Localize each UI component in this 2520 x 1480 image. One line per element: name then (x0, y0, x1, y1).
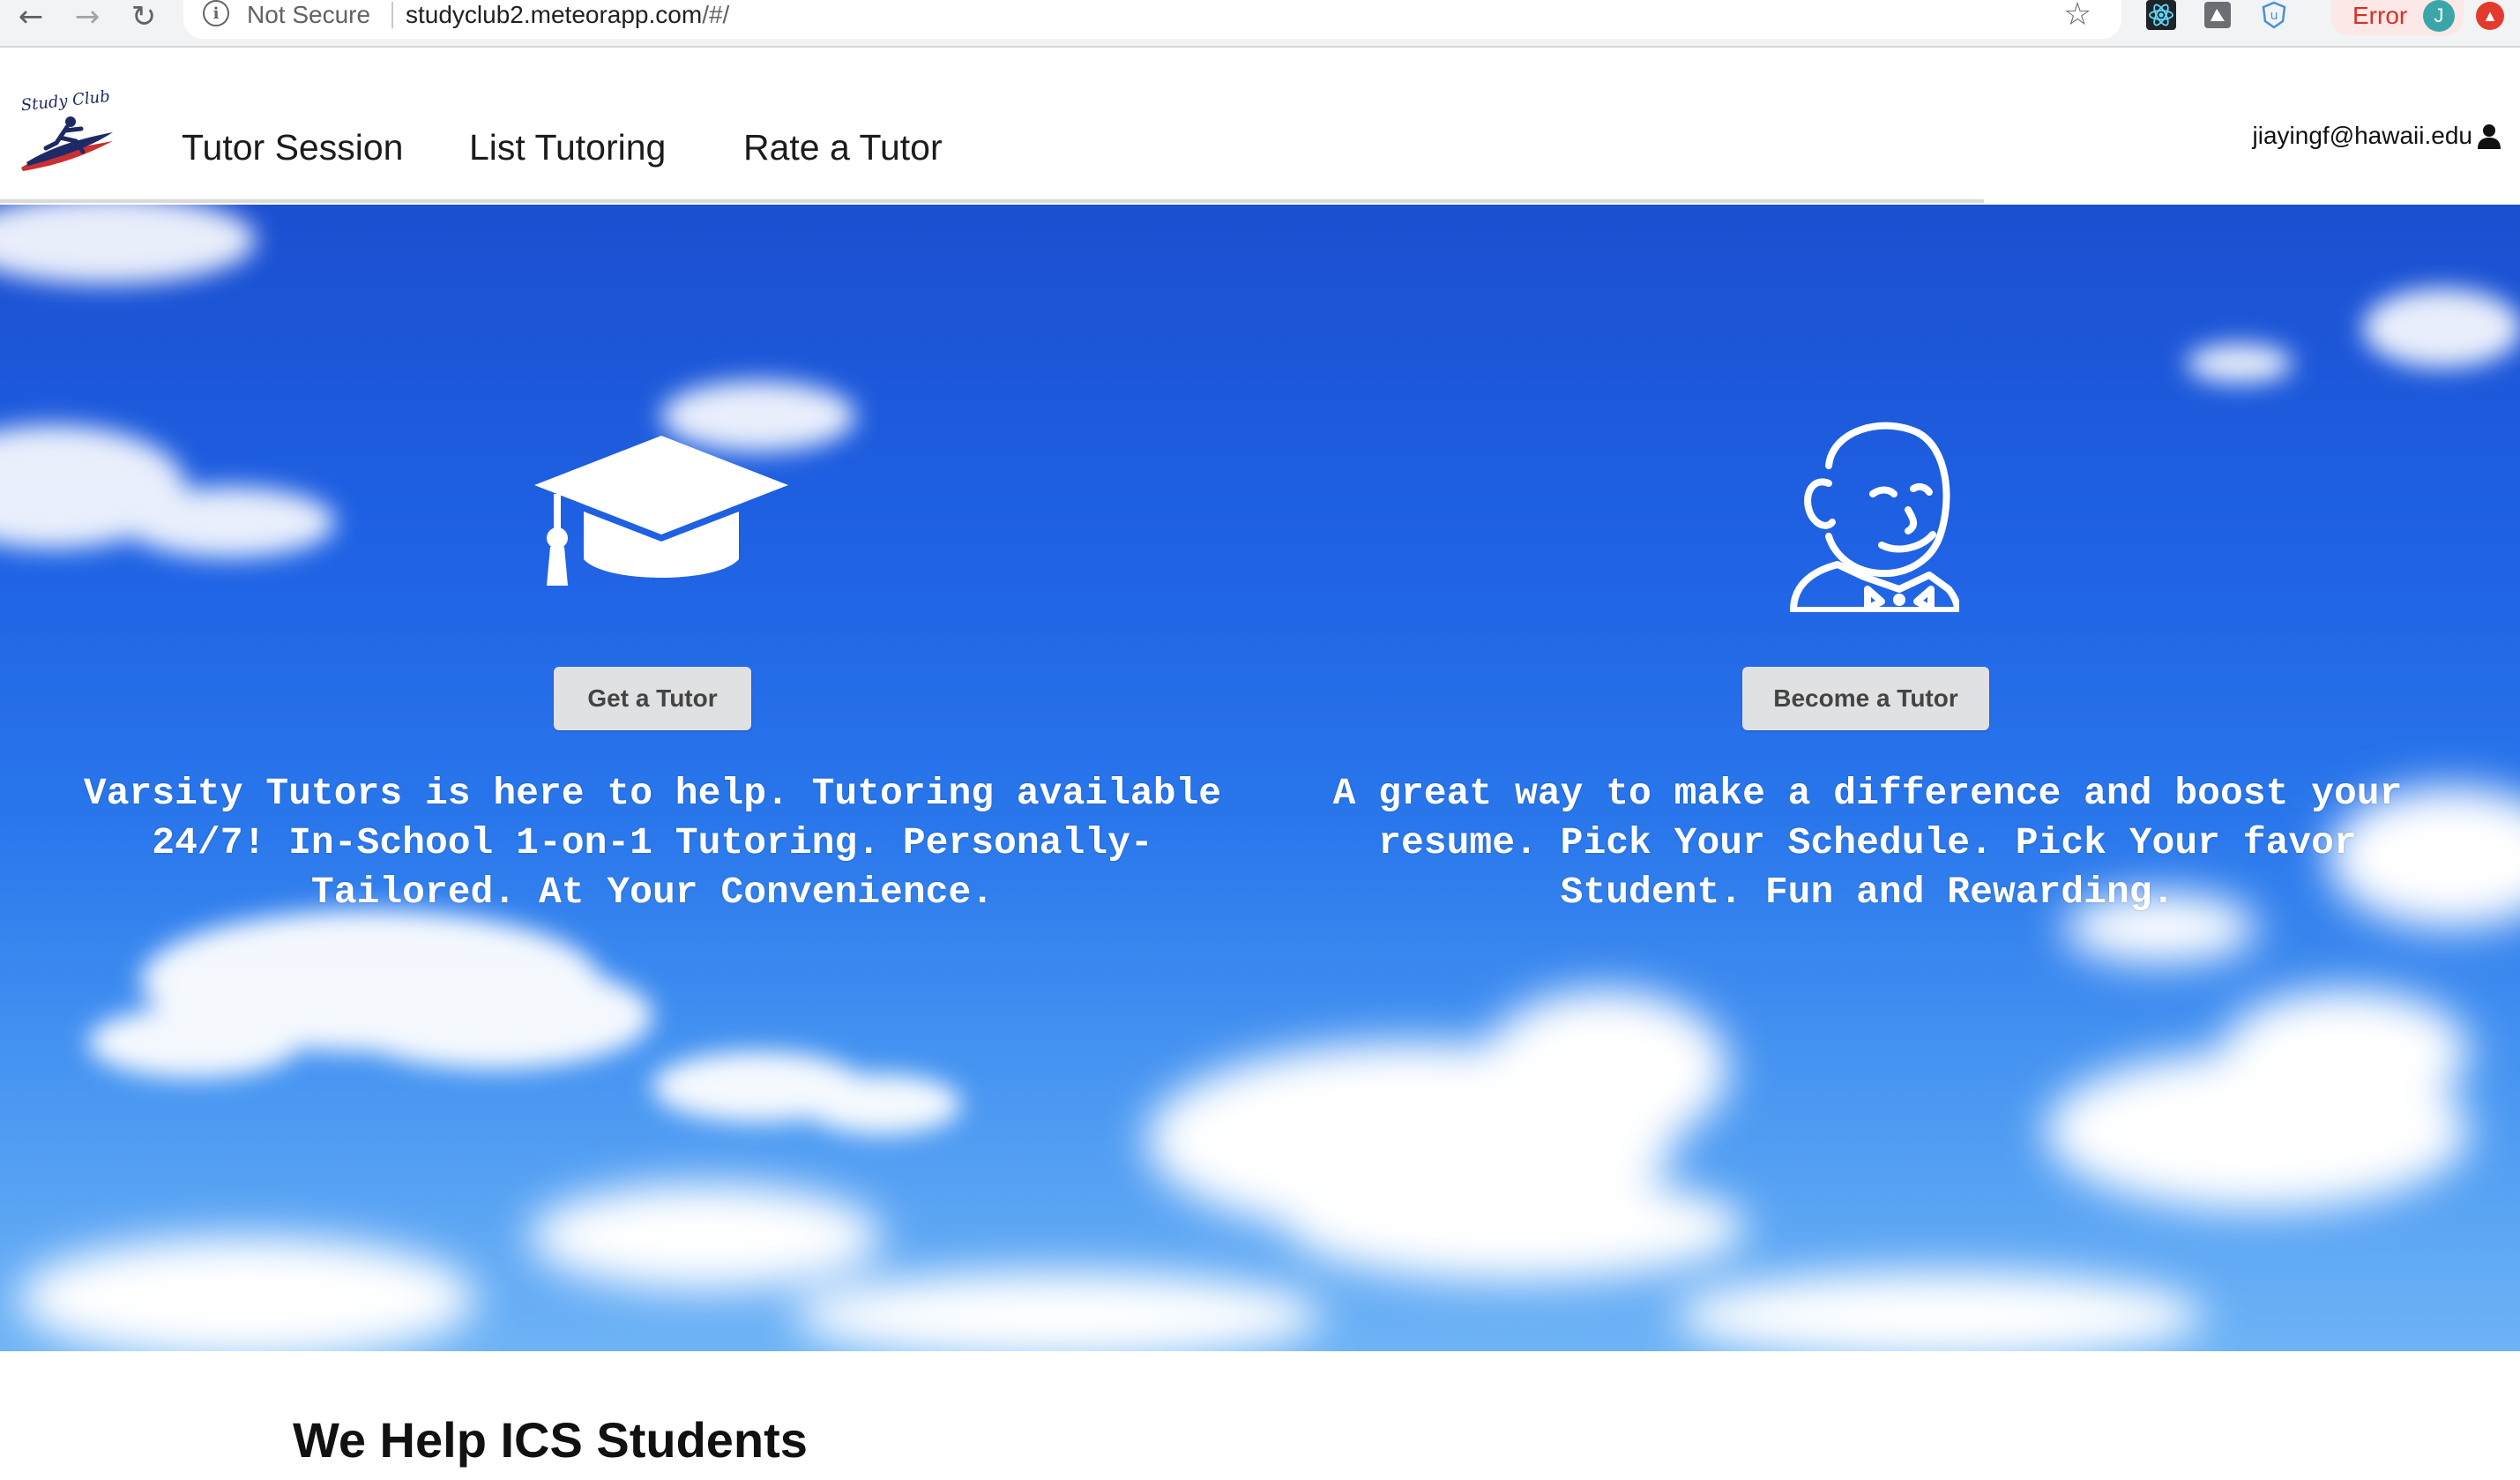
svg-text:Study Club: Study Club (20, 87, 111, 115)
svg-text:u: u (2270, 9, 2278, 23)
react-devtools-icon[interactable] (2146, 0, 2176, 30)
user-icon (2478, 124, 2501, 149)
navbar-divider (0, 199, 1984, 203)
back-arrow-icon[interactable]: ← (9, 0, 53, 34)
extension-alert-icon[interactable]: ▲ (2476, 2, 2504, 30)
address-bar[interactable]: i Not Secure studyclub2.meteorapp.com/#/… (183, 0, 2121, 39)
jenkins-butler-icon (1790, 422, 1959, 612)
nav-list-tutoring[interactable]: List Tutoring (469, 127, 666, 168)
profile-error-chip[interactable]: Error J (2331, 0, 2464, 35)
url-text[interactable]: studyclub2.meteorapp.com/#/ (406, 0, 729, 30)
become-tutor-column: Become a Tutor A great way to make a dif… (1294, 205, 2441, 1351)
bookmark-star-icon[interactable]: ☆ (2063, 0, 2091, 33)
profile-avatar[interactable]: J (2423, 0, 2455, 32)
url-path: /#/ (702, 1, 730, 28)
extension-icon[interactable] (2203, 0, 2233, 30)
get-a-tutor-button[interactable]: Get a Tutor (554, 667, 751, 730)
info-icon[interactable]: i (203, 0, 229, 26)
become-a-tutor-button[interactable]: Become a Tutor (1742, 667, 1989, 730)
study-club-logo[interactable]: Study Club (14, 86, 122, 178)
site-navbar (0, 49, 2520, 203)
reload-icon[interactable]: ↻ (122, 0, 166, 34)
nav-tutor-session[interactable]: Tutor Session (182, 127, 403, 168)
forward-arrow-icon[interactable]: → (65, 0, 109, 34)
get-tutor-column: Get a Tutor Varsity Tutors is here to he… (79, 205, 1226, 1351)
nav-rate-a-tutor[interactable]: Rate a Tutor (743, 127, 943, 168)
hero-banner: Get a Tutor Varsity Tutors is here to he… (0, 205, 2520, 1351)
security-status: Not Secure (247, 1, 371, 28)
user-menu[interactable]: jiayingf@hawaii.edu (2253, 122, 2502, 150)
become-tutor-description: A great way to make a difference and boo… (1332, 772, 2403, 914)
get-tutor-description: Varsity Tutors is here to help. Tutoring… (83, 772, 1222, 914)
graduation-cap-icon (534, 436, 788, 586)
section-title: We Help ICS Students (293, 1412, 808, 1468)
error-label: Error (2352, 2, 2408, 29)
user-email: jiayingf@hawaii.edu (2252, 122, 2472, 149)
ublock-icon[interactable]: u (2259, 0, 2289, 30)
address-divider (391, 2, 393, 28)
url-host: studyclub2.meteorapp.com (406, 1, 703, 28)
browser-toolbar: ← → ↻ i Not Secure studyclub2.meteorapp.… (0, 0, 2520, 48)
